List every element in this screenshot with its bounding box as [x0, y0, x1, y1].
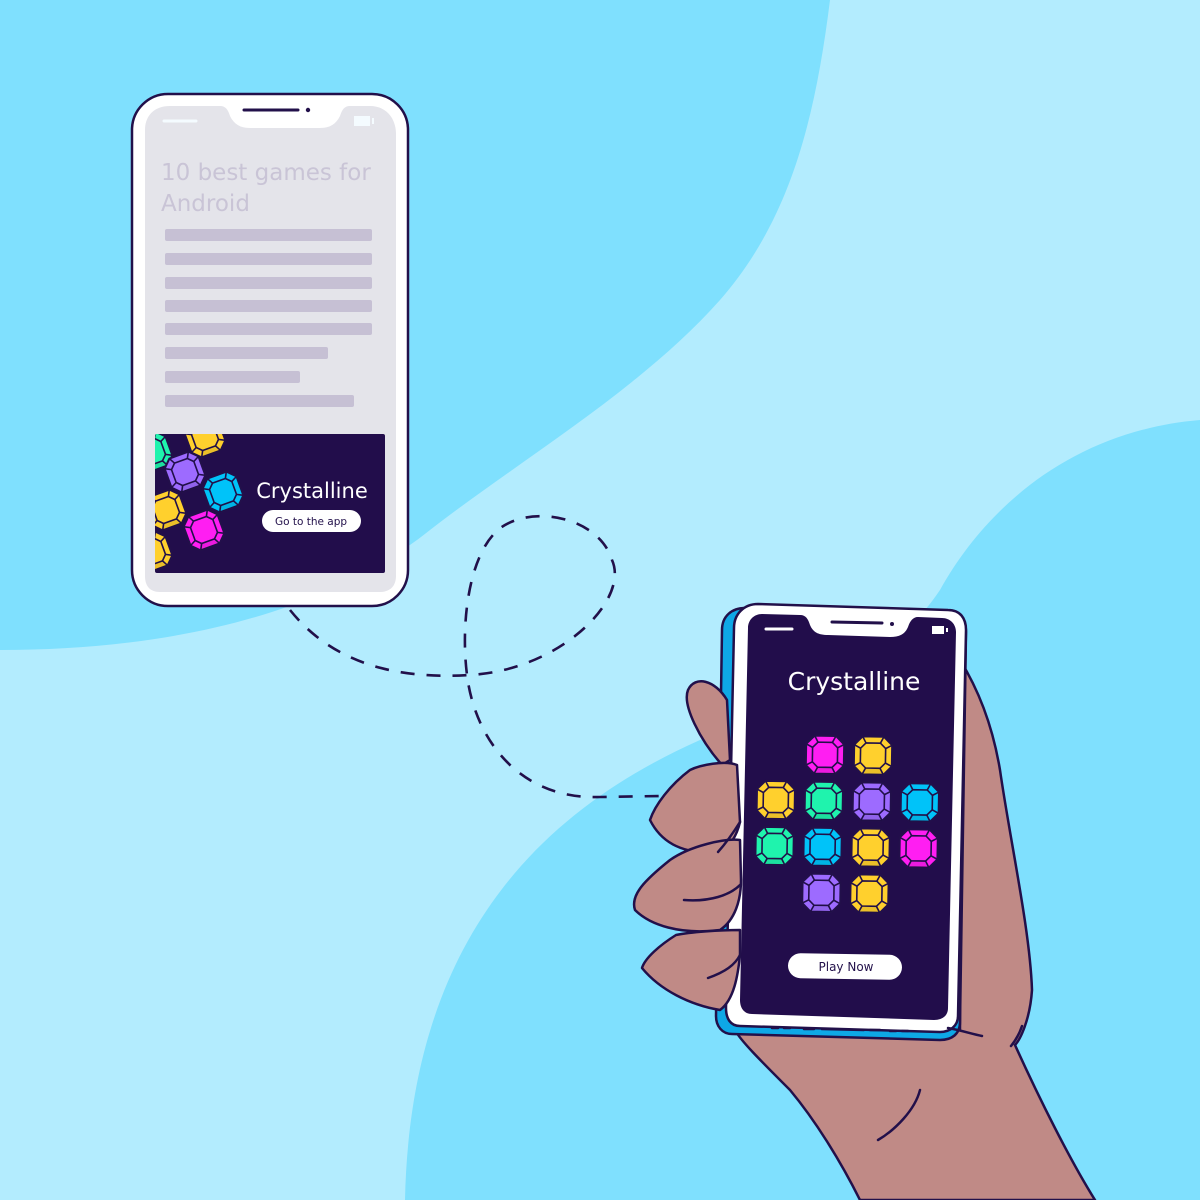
go-to-app-label: Go to the app: [275, 516, 347, 528]
gem-icon: [851, 781, 892, 822]
placeholder-text-line: [165, 277, 372, 289]
play-now-button[interactable]: Play Now: [787, 953, 902, 980]
front-camera: [305, 107, 311, 113]
gem-icon: [803, 780, 844, 821]
speaker-grille: [830, 620, 884, 625]
gem-icon: [849, 873, 890, 914]
gem-icon: [754, 825, 795, 867]
placeholder-text-line: [165, 395, 354, 407]
gem-icon: [801, 872, 842, 913]
placeholder-text-line: [165, 347, 328, 359]
placeholder-text-line: [165, 300, 372, 312]
gem-icon: [899, 782, 940, 823]
gem-icon: [802, 826, 843, 867]
ad-title: Crystalline: [256, 479, 368, 503]
illustration: 10 best games for Android Crystalline Go…: [0, 0, 1200, 1200]
gem-icon: [804, 734, 846, 775]
gem-icon: [755, 779, 796, 821]
game-title: Crystalline: [788, 667, 921, 696]
article-phone: 10 best games for Android Crystalline Go…: [129, 92, 410, 608]
gem-icon: [850, 827, 891, 868]
battery-icon: [932, 626, 944, 634]
go-to-app-button[interactable]: Go to the app: [262, 510, 361, 532]
battery-icon: [354, 116, 370, 126]
play-now-label: Play Now: [819, 960, 874, 974]
placeholder-text-line: [165, 323, 372, 335]
article-headline-line2: Android: [161, 191, 250, 217]
front-camera: [890, 622, 894, 626]
gem-icon: [852, 735, 894, 776]
placeholder-text-line: [165, 253, 372, 265]
gem-icon: [898, 828, 939, 869]
article-headline-line1: 10 best games for: [161, 160, 371, 186]
placeholder-text-line: [165, 229, 372, 241]
ad-banner[interactable]: Crystalline Go to the app: [129, 414, 385, 575]
placeholder-text-line: [165, 371, 300, 383]
game-phone: Crystalline Play Now: [714, 602, 968, 1042]
